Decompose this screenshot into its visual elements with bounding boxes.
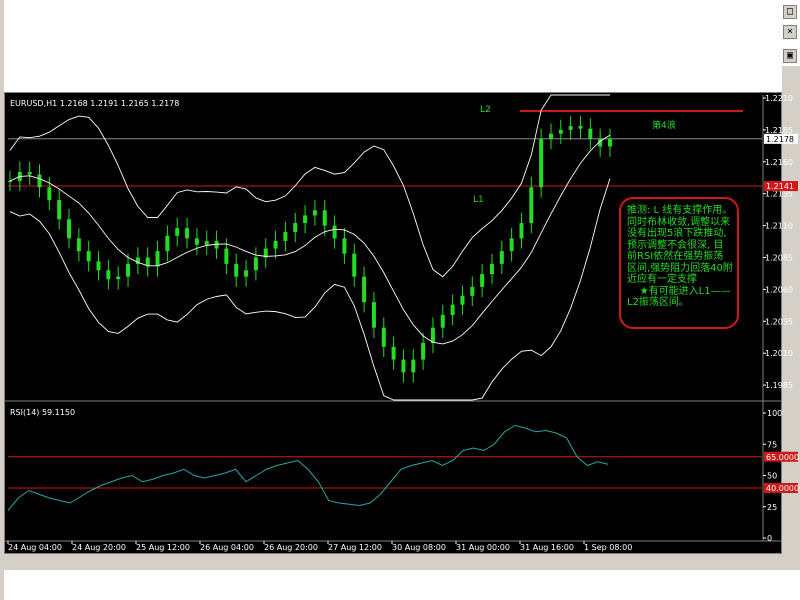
rsi-tick-label: 75: [767, 440, 777, 449]
time-tick-label: 25 Aug 12:00: [136, 543, 190, 552]
candle-body: [519, 223, 524, 239]
candle-body: [67, 219, 72, 239]
candle-body: [421, 342, 426, 360]
candle-body: [293, 223, 298, 232]
candle-body: [499, 251, 504, 264]
candle-body: [57, 200, 62, 220]
candle-body: [430, 327, 435, 343]
price-tick-label: 1.2035: [765, 317, 793, 326]
l2-label: L2: [480, 105, 491, 115]
candle-body: [96, 261, 101, 271]
price-tick-label: 1.2185: [765, 126, 793, 135]
candle-body: [489, 263, 494, 275]
current-price-label: 1.2178: [766, 135, 794, 144]
candle-body: [362, 276, 367, 303]
l1-label: L1: [473, 195, 484, 205]
rsi-tick-label: 100: [767, 409, 782, 418]
candle-body: [558, 129, 563, 134]
analysis-note: 推测: L 线有支撑作用。同时布林收敛,调整以来没有出现5浪下跌推动, 预示调整…: [619, 197, 739, 329]
time-tick-label: 24 Aug 04:00: [8, 543, 62, 552]
rsi-low-label: 40.0000: [766, 484, 799, 493]
candle-body: [47, 187, 52, 201]
candle-body: [126, 263, 131, 277]
candle-body: [273, 240, 278, 249]
candle-body: [381, 327, 386, 347]
candle-body: [608, 138, 612, 147]
candle-body: [194, 238, 199, 245]
price-tick-label: 1.2010: [765, 349, 793, 358]
candle-body: [253, 257, 258, 271]
price-tick-label: 1.1985: [765, 381, 793, 390]
candle-body: [401, 359, 406, 373]
candle-body: [568, 126, 573, 130]
candle-body: [8, 180, 12, 182]
candle-body: [86, 251, 91, 262]
candle-body: [578, 126, 583, 129]
rsi-line: [7, 424, 609, 511]
candle-body: [342, 238, 347, 254]
candle-body: [312, 210, 317, 216]
candle-body: [440, 314, 445, 328]
rsi-header: RSI(14) 59.1150: [10, 408, 75, 417]
rsi-high-label: 65.0000: [766, 453, 799, 462]
candle-body: [322, 210, 327, 226]
candle-body: [106, 270, 111, 280]
candle-body: [480, 274, 485, 287]
candle-body: [470, 286, 475, 296]
candle-body: [204, 240, 209, 245]
candle-body: [175, 228, 180, 236]
candle-body: [509, 238, 514, 252]
time-tick-label: 1 Sep 08:00: [584, 543, 632, 552]
time-tick-label: 27 Aug 12:00: [328, 543, 382, 552]
candle-body: [548, 133, 553, 139]
candle-body: [539, 138, 544, 188]
candle-body: [76, 238, 81, 252]
candle-body: [185, 228, 190, 239]
candle-body: [116, 276, 121, 280]
time-tick-label: 31 Aug 00:00: [456, 543, 510, 552]
candle-body: [411, 359, 416, 373]
candle-body: [352, 253, 357, 277]
candle-body: [332, 225, 337, 239]
price-tick-label: 1.2160: [765, 158, 793, 167]
bollinger-lower: [9, 178, 611, 401]
candle-body: [37, 174, 42, 188]
candle-body: [165, 235, 170, 252]
candle-body: [234, 263, 239, 277]
price-tick-label: 1.2110: [765, 222, 793, 231]
candle-body: [244, 270, 249, 277]
rsi-tick-label: 0: [767, 534, 772, 543]
candle-body: [283, 231, 288, 241]
candle-body: [303, 215, 308, 224]
symbol-header: EURUSD,H1 1.2168 1.2191 1.2165 1.2178: [10, 99, 179, 108]
wave4-label: 第4浪: [652, 119, 676, 131]
candle-body: [27, 172, 32, 175]
time-tick-label: 31 Aug 16:00: [520, 543, 574, 552]
support-price-label: 1.2141: [766, 182, 794, 191]
price-tick-label: 1.2060: [765, 285, 793, 294]
candle-body: [155, 251, 160, 267]
candle-body: [224, 248, 229, 264]
candle-body: [529, 187, 534, 224]
time-tick-label: 26 Aug 04:00: [200, 543, 254, 552]
candle-body: [460, 295, 465, 305]
rsi-tick-label: 50: [767, 472, 777, 481]
price-tick-label: 1.2085: [765, 254, 793, 263]
price-tick-label: 1.2135: [765, 190, 793, 199]
candle-body: [450, 304, 455, 315]
time-tick-label: 24 Aug 20:00: [72, 543, 126, 552]
candle-body: [371, 302, 376, 328]
time-tick-label: 30 Aug 08:00: [392, 543, 446, 552]
price-tick-label: 1.2210: [765, 94, 793, 103]
candle-body: [588, 128, 593, 139]
candle-body: [391, 346, 396, 360]
time-tick-label: 26 Aug 20:00: [264, 543, 318, 552]
rsi-tick-label: 25: [767, 503, 777, 512]
